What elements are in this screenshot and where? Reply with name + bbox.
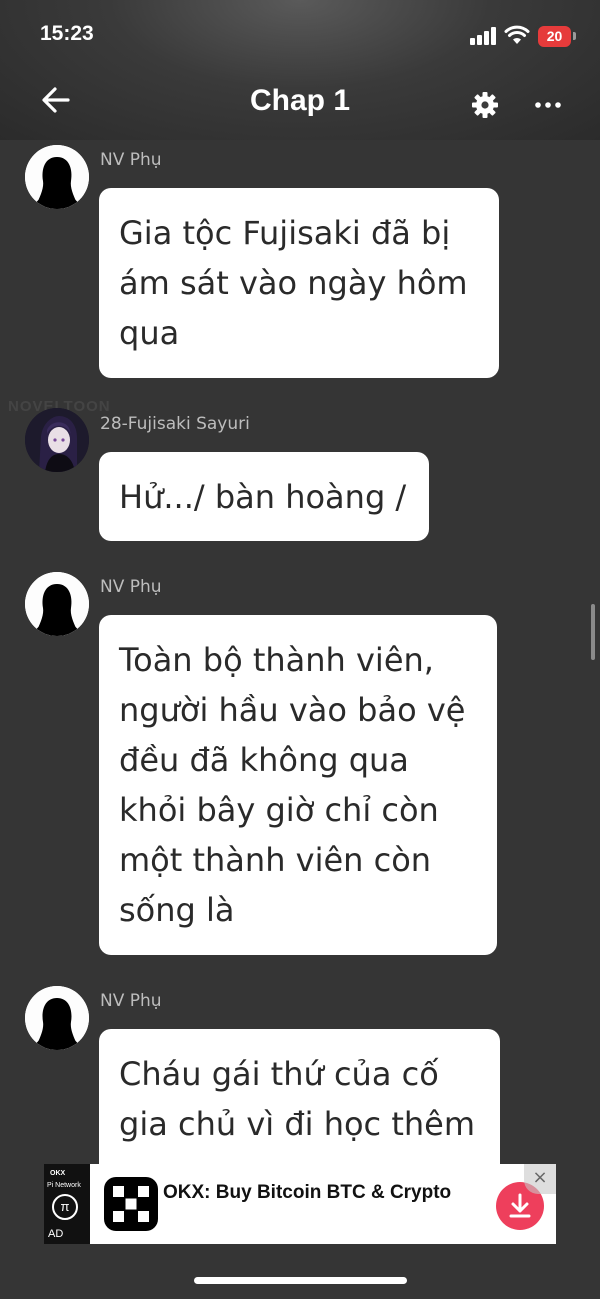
okx-checker-icon — [113, 1186, 149, 1222]
message-line: sống là — [119, 891, 235, 929]
wifi-icon — [504, 25, 530, 44]
ad-thumbnail[interactable]: OKX Pi Network π AD — [44, 1164, 90, 1244]
back-button[interactable] — [40, 84, 80, 124]
silhouette-avatar-icon — [25, 572, 89, 636]
sender-name: NV Phụ — [100, 991, 162, 1011]
cellular-signal-icon — [470, 27, 498, 45]
message-line: một thành viên còn — [119, 841, 432, 879]
sender-name: NV Phụ — [100, 150, 162, 170]
message-bubble: Hử.../ bàn hoàng / — [99, 452, 429, 541]
sender-name: NV Phụ — [100, 577, 162, 597]
message-line: khỏi bây giờ chỉ còn — [119, 791, 439, 829]
chat-reader-screen: 15:23 20 Chap 1 NOVELTOON NV Phụ Gia tộc… — [0, 0, 600, 1299]
message-line: qua — [119, 314, 180, 352]
message-line: Hử.../ bàn hoàng / — [119, 478, 407, 516]
page-title: Chap 1 — [249, 84, 351, 117]
pi-logo-icon: π — [52, 1194, 78, 1220]
avatar[interactable] — [25, 408, 89, 472]
sender-name: 28-Fujisaki Sayuri — [100, 414, 250, 434]
okx-logo-icon[interactable] — [104, 1177, 158, 1231]
battery-cap — [573, 32, 576, 40]
message-line: Toàn bộ thành viên, — [119, 641, 434, 679]
ad-banner[interactable]: OKX Pi Network π AD OKX: Buy Bitcoin BTC… — [44, 1164, 556, 1244]
status-time: 15:23 — [40, 22, 94, 45]
scrollbar[interactable] — [591, 604, 595, 660]
top-bar: 15:23 20 Chap 1 — [0, 0, 600, 140]
message-line: Cháu gái thứ của cố — [119, 1055, 439, 1093]
message-line: gia chủ vì đi học thêm — [119, 1105, 475, 1143]
message-bubble: Toàn bộ thành viên, người hầu vào bảo vệ… — [99, 615, 497, 955]
ad-thumb-text: Pi Network — [47, 1182, 81, 1189]
ad-badge: AD — [48, 1228, 64, 1240]
gear-icon — [472, 92, 498, 118]
arrow-left-icon — [42, 87, 70, 113]
anime-girl-avatar-icon — [25, 408, 89, 472]
battery-indicator: 20 — [538, 26, 571, 47]
avatar[interactable] — [25, 986, 89, 1050]
message-line: Gia tộc Fujisaki đã bị — [119, 214, 451, 252]
ad-thumb-brand: OKX — [50, 1170, 66, 1177]
message-bubble: Gia tộc Fujisaki đã bị ám sát vào ngày h… — [99, 188, 499, 378]
message-line: đều đã không qua — [119, 741, 409, 779]
more-horizontal-icon — [535, 102, 561, 108]
avatar[interactable] — [25, 145, 89, 209]
silhouette-avatar-icon — [25, 986, 89, 1050]
more-options-button[interactable] — [530, 92, 566, 118]
message-line: người hầu vào bảo vệ — [119, 691, 466, 729]
silhouette-avatar-icon — [25, 145, 89, 209]
settings-button[interactable] — [470, 90, 500, 120]
avatar[interactable] — [25, 572, 89, 636]
home-indicator[interactable] — [194, 1277, 407, 1284]
message-line: ám sát vào ngày hôm — [119, 264, 468, 302]
ad-title[interactable]: OKX: Buy Bitcoin BTC & Crypto — [163, 1180, 453, 1206]
ad-close-button[interactable]: × — [524, 1164, 556, 1194]
